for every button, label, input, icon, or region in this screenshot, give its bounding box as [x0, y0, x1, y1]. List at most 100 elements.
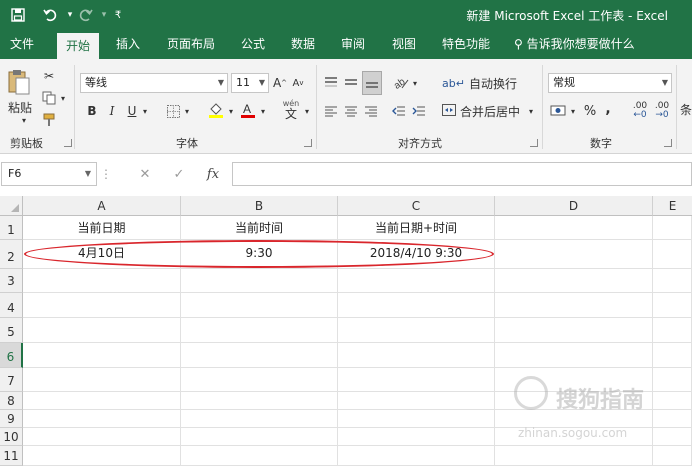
- align-center-icon[interactable]: [342, 101, 360, 121]
- borders-icon[interactable]: [164, 101, 182, 121]
- borders-dropdown-icon[interactable]: ▾: [182, 101, 192, 121]
- paste-dropdown-icon[interactable]: ▾: [18, 115, 30, 125]
- cell-e3[interactable]: [653, 269, 692, 293]
- column-header-d[interactable]: D: [495, 196, 653, 216]
- cell-c3[interactable]: [338, 269, 495, 293]
- cell-c2[interactable]: 2018/4/10 9:30: [338, 240, 495, 269]
- merge-dropdown-icon[interactable]: ▾: [526, 101, 536, 121]
- italic-button[interactable]: I: [104, 101, 120, 121]
- cell-b1[interactable]: 当前时间: [181, 216, 338, 240]
- row-header-8[interactable]: 8: [0, 392, 23, 410]
- decrease-decimal-button[interactable]: .00 →0: [652, 101, 672, 121]
- tab-home[interactable]: 开始: [57, 33, 99, 59]
- cell-e10[interactable]: [653, 428, 692, 446]
- cell-e5[interactable]: [653, 318, 692, 343]
- row-header-4[interactable]: 4: [0, 293, 23, 318]
- number-launcher-icon[interactable]: [664, 139, 672, 147]
- tab-view[interactable]: 视图: [384, 30, 424, 59]
- align-left-icon[interactable]: [322, 101, 340, 121]
- cell-d5[interactable]: [495, 318, 653, 343]
- cell-b10[interactable]: [181, 428, 338, 446]
- cell-e9[interactable]: [653, 410, 692, 428]
- cell-d1[interactable]: [495, 216, 653, 240]
- accounting-format-icon[interactable]: [548, 101, 568, 121]
- decrease-font-icon[interactable]: Av: [290, 73, 306, 93]
- drag-handle-icon[interactable]: ⋮: [100, 162, 112, 186]
- redo-icon[interactable]: [76, 5, 96, 25]
- increase-indent-icon[interactable]: [410, 101, 428, 121]
- cell-e11[interactable]: [653, 446, 692, 466]
- customize-icon[interactable]: ₹: [108, 5, 128, 25]
- cell-a2[interactable]: 4月10日: [23, 240, 181, 269]
- tab-formulas[interactable]: 公式: [233, 30, 273, 59]
- orientation-icon[interactable]: ab: [392, 73, 410, 93]
- cell-a6[interactable]: [23, 343, 181, 368]
- copy-dropdown-icon[interactable]: ▾: [58, 89, 68, 107]
- conditional-format-partial[interactable]: 条: [680, 99, 692, 119]
- cell-b8[interactable]: [181, 392, 338, 410]
- alignment-launcher-icon[interactable]: [530, 139, 538, 147]
- cell-d4[interactable]: [495, 293, 653, 318]
- percent-button[interactable]: %: [582, 101, 598, 121]
- row-header-1[interactable]: 1: [0, 216, 23, 240]
- column-header-c[interactable]: C: [338, 196, 495, 216]
- cell-a9[interactable]: [23, 410, 181, 428]
- enter-icon[interactable]: ✓: [168, 162, 190, 186]
- row-header-10[interactable]: 10: [0, 428, 23, 446]
- cell-a3[interactable]: [23, 269, 181, 293]
- cell-d6[interactable]: [495, 343, 653, 368]
- column-header-e[interactable]: E: [653, 196, 692, 216]
- font-color-icon[interactable]: A: [238, 99, 258, 121]
- cell-e1[interactable]: [653, 216, 692, 240]
- underline-button[interactable]: U: [124, 101, 140, 121]
- tab-page-layout[interactable]: 页面布局: [162, 30, 220, 59]
- cell-c11[interactable]: [338, 446, 495, 466]
- cell-c9[interactable]: [338, 410, 495, 428]
- row-header-3[interactable]: 3: [0, 269, 23, 293]
- cell-c10[interactable]: [338, 428, 495, 446]
- align-right-icon[interactable]: [362, 101, 380, 121]
- cell-c1[interactable]: 当前日期+时间: [338, 216, 495, 240]
- cell-b3[interactable]: [181, 269, 338, 293]
- tab-data[interactable]: 数据: [283, 30, 323, 59]
- column-header-a[interactable]: A: [23, 196, 181, 216]
- select-all-corner[interactable]: [0, 196, 23, 216]
- copy-icon[interactable]: [40, 89, 58, 107]
- comma-button[interactable]: ,: [602, 99, 614, 119]
- cell-c7[interactable]: [338, 368, 495, 392]
- row-header-11[interactable]: 11: [0, 446, 23, 466]
- merge-center-button[interactable]: 合并后居中: [442, 101, 522, 121]
- decrease-indent-icon[interactable]: [390, 101, 408, 121]
- save-icon[interactable]: [8, 5, 28, 25]
- undo-icon[interactable]: [40, 5, 60, 25]
- cell-b5[interactable]: [181, 318, 338, 343]
- format-painter-icon[interactable]: [40, 111, 58, 129]
- tab-special[interactable]: 特色功能: [436, 30, 496, 59]
- number-format-combo[interactable]: 常规 ▼: [548, 73, 672, 93]
- row-header-2[interactable]: 2: [0, 240, 23, 269]
- cell-b4[interactable]: [181, 293, 338, 318]
- cell-b2[interactable]: 9:30: [181, 240, 338, 269]
- cut-icon[interactable]: ✂: [40, 67, 58, 85]
- row-header-7[interactable]: 7: [0, 368, 23, 392]
- paste-icon[interactable]: [5, 67, 33, 97]
- tab-insert[interactable]: 插入: [108, 30, 148, 59]
- align-top-icon[interactable]: [322, 73, 340, 93]
- cancel-icon[interactable]: ✕: [134, 162, 156, 186]
- tab-file[interactable]: 文件: [2, 30, 42, 59]
- cell-e2[interactable]: [653, 240, 692, 269]
- cell-b11[interactable]: [181, 446, 338, 466]
- insert-function-icon[interactable]: fx: [202, 162, 224, 186]
- row-header-5[interactable]: 5: [0, 318, 23, 343]
- font-launcher-icon[interactable]: [304, 139, 312, 147]
- cell-e6[interactable]: [653, 343, 692, 368]
- fill-color-dropdown-icon[interactable]: ▾: [226, 101, 236, 121]
- cell-d11[interactable]: [495, 446, 653, 466]
- align-middle-icon[interactable]: [342, 73, 360, 93]
- column-header-b[interactable]: B: [181, 196, 338, 216]
- cell-b6[interactable]: [181, 343, 338, 368]
- cell-c6[interactable]: [338, 343, 495, 368]
- bold-button[interactable]: B: [84, 101, 100, 121]
- tab-review[interactable]: 审阅: [333, 30, 373, 59]
- increase-font-icon[interactable]: A ^: [272, 73, 288, 93]
